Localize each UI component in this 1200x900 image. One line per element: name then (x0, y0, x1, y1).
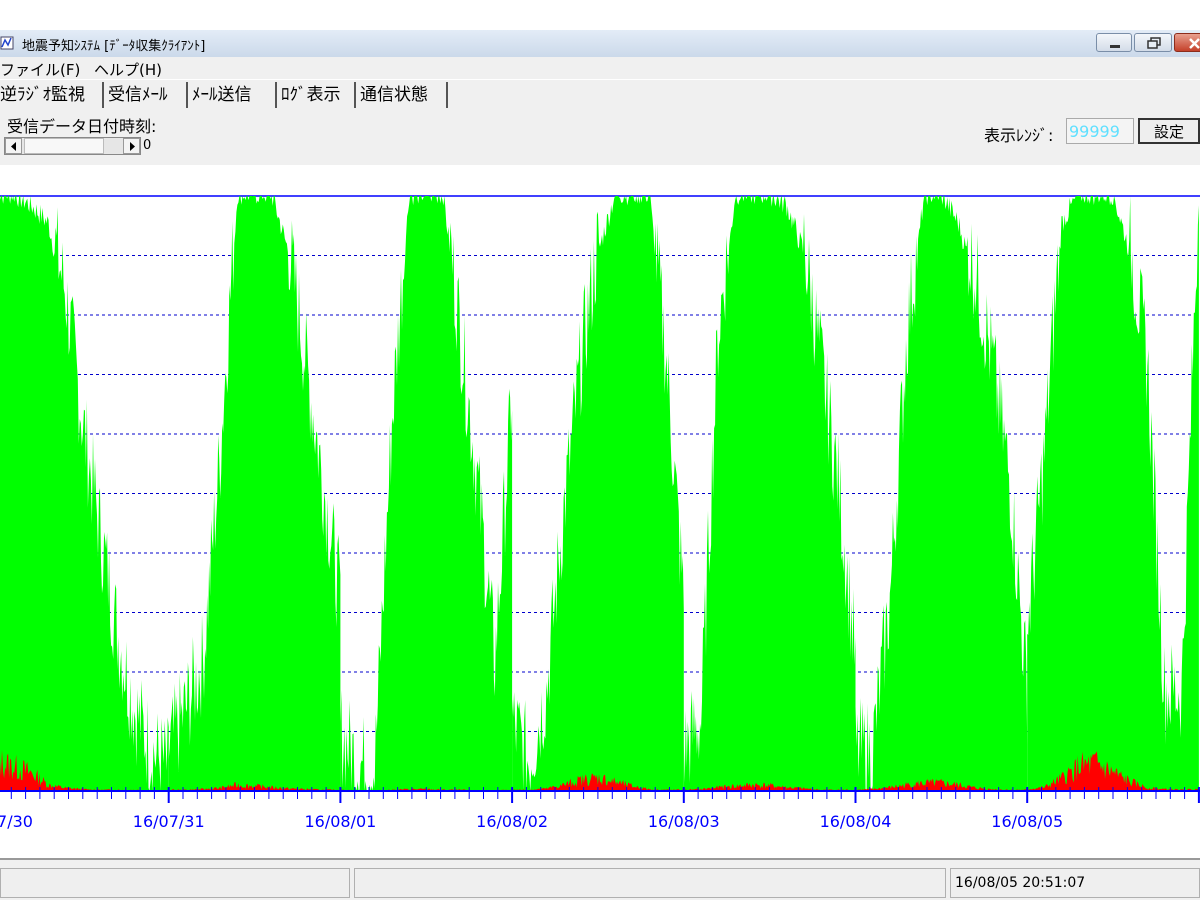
scroll-thumb[interactable] (24, 138, 104, 154)
x-axis-labels: 16/07/30 16/07/31 16/08/01 16/08/02 16/08/03… (0, 812, 1063, 831)
green-series-day-6 (855, 196, 1028, 791)
app-icon (0, 36, 14, 50)
x-tick-label: 16/07/31 (133, 812, 205, 831)
status-panel-2 (354, 868, 946, 898)
status-panel-1 (0, 868, 350, 898)
display-range-input[interactable] (1066, 118, 1134, 144)
tab-log-view[interactable]: ﾛｸﾞ表示 (281, 82, 356, 108)
scroll-left-button[interactable] (5, 138, 22, 154)
x-tick-label: 16/07/30 (0, 812, 33, 831)
x-tick-label: 16/08/01 (304, 812, 376, 831)
tab-bar: 逆ﾗｼﾞｵ監視 受信ﾒｰﾙ ﾒｰﾙ送信 ﾛｸﾞ表示 通信状態 (0, 80, 1200, 110)
restore-button[interactable] (1134, 33, 1172, 52)
green-series (0, 196, 1199, 791)
received-date-label: 受信データ日付時刻: (7, 117, 157, 136)
tab-send-mail[interactable]: ﾒｰﾙ送信 (192, 82, 277, 108)
arrow-right-icon (130, 142, 135, 151)
status-datetime: 16/08/05 20:51:07 (950, 868, 1200, 898)
green-series-day-7 (1027, 196, 1199, 791)
menu-help[interactable]: ヘルプ(H) (94, 59, 162, 80)
window-titlebar: 地震予知ｼｽﾃﾑ [ﾃﾞｰﾀ収集ｸﾗｲｱﾝﾄ] (0, 30, 1200, 58)
display-range-label: 表示ﾚﾝｼﾞ: (984, 126, 1054, 145)
green-series-day-1 (0, 196, 169, 791)
menu-file[interactable]: ファイル(F) (0, 59, 80, 80)
minimize-icon (1110, 45, 1120, 48)
tab-reverse-radio-monitor[interactable]: 逆ﾗｼﾞｵ監視 (0, 82, 104, 108)
signal-chart: 16/07/30 16/07/31 16/08/01 16/08/02 16/08/03… (0, 195, 1200, 831)
x-tick-label: 16/08/02 (476, 812, 548, 831)
scroll-right-button[interactable] (123, 138, 140, 154)
tab-received-mail[interactable]: 受信ﾒｰﾙ (108, 82, 188, 108)
set-button[interactable]: 設定 (1138, 118, 1200, 144)
green-series-day-4 (512, 196, 684, 791)
status-bar: 16/08/05 20:51:07 (0, 858, 1200, 900)
control-panel: 受信データ日付時刻: 0 表示ﾚﾝｼﾞ: 設定 (0, 110, 1200, 165)
close-icon (1189, 38, 1200, 49)
x-tick-label: 16/08/04 (820, 812, 892, 831)
x-tick-label: 16/08/05 (991, 812, 1063, 831)
arrow-left-icon (11, 142, 16, 151)
minimize-button[interactable] (1096, 33, 1132, 52)
date-scrollbar[interactable] (4, 137, 141, 155)
restore-icon (1147, 37, 1161, 49)
x-tick-label: 16/08/03 (648, 812, 720, 831)
window-title: 地震予知ｼｽﾃﾑ [ﾃﾞｰﾀ収集ｸﾗｲｱﾝﾄ] (22, 39, 206, 54)
close-button[interactable] (1174, 33, 1200, 52)
scroll-position-value: 0 (143, 138, 152, 153)
tab-communication-status[interactable]: 通信状態 (360, 82, 448, 108)
menu-bar: ファイル(F) ヘルプ(H) (0, 57, 1200, 79)
